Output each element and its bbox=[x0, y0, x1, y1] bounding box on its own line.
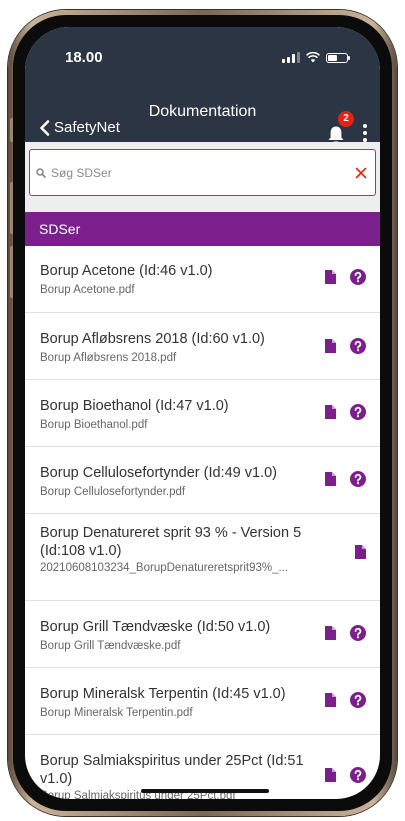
item-title: Borup Afløbsrens 2018 (Id:60 v1.0) bbox=[40, 331, 265, 347]
app-header: 18.00 SafetyNet Dokumentation 2 bbox=[25, 27, 380, 144]
battery-icon bbox=[326, 52, 350, 63]
item-filename: Borup Grill Tændvæske.pdf bbox=[40, 640, 181, 652]
status-time: 18.00 bbox=[65, 49, 103, 66]
document-icon[interactable] bbox=[325, 405, 336, 419]
sds-list: Borup Acetone (Id:46 v1.0) Borup Acetone.… bbox=[25, 246, 380, 799]
item-title: Borup Denatureret sprit 93 % - Version 5 bbox=[40, 525, 302, 541]
item-title: Borup Bioethanol (Id:47 v1.0) bbox=[40, 398, 229, 414]
item-filename: Borup Cellulosefortynder.pdf bbox=[40, 486, 186, 498]
search-area bbox=[25, 142, 380, 212]
status-icons bbox=[282, 52, 350, 63]
wifi-icon bbox=[306, 52, 320, 63]
document-icon[interactable] bbox=[325, 339, 336, 353]
item-filename: Borup Mineralsk Terpentin.pdf bbox=[40, 707, 193, 719]
document-icon[interactable] bbox=[355, 545, 366, 559]
item-title: Borup Acetone (Id:46 v1.0) bbox=[40, 263, 213, 279]
list-item[interactable]: Borup Denatureret sprit 93 % - Version 5… bbox=[25, 514, 380, 601]
document-icon[interactable] bbox=[325, 270, 336, 284]
back-button[interactable]: SafetyNet bbox=[39, 119, 120, 136]
notification-badge: 2 bbox=[338, 111, 354, 127]
search-box bbox=[29, 149, 376, 196]
close-icon[interactable] bbox=[355, 167, 367, 179]
list-item[interactable]: Borup Grill Tændvæske (Id:50 v1.0) Borup … bbox=[25, 601, 380, 668]
screen: 18.00 SafetyNet Dokumentation 2 Søg SDSe… bbox=[25, 27, 380, 799]
list-item[interactable]: Borup Acetone (Id:46 v1.0) Borup Acetone.… bbox=[25, 246, 380, 313]
list-item[interactable]: Borup Bioethanol (Id:47 v1.0) Borup Bioet… bbox=[25, 380, 380, 447]
section-header: SDSer bbox=[25, 212, 380, 246]
home-indicator bbox=[141, 789, 269, 793]
page-title: Dokumentation bbox=[148, 103, 257, 120]
list-item[interactable]: Borup Mineralsk Terpentin (Id:45 v1.0) Bo… bbox=[25, 668, 380, 735]
item-filename: 20210608103234_BorupDenatureretsprit93%_… bbox=[40, 562, 289, 574]
phone-frame: 18.00 SafetyNet Dokumentation 2 Søg SDSe… bbox=[8, 10, 397, 816]
help-icon[interactable] bbox=[350, 338, 366, 354]
back-label: SafetyNet bbox=[54, 119, 120, 136]
item-title: Borup Grill Tændvæske (Id:50 v1.0) bbox=[40, 619, 271, 635]
document-icon[interactable] bbox=[325, 768, 336, 782]
chevron-left-icon bbox=[40, 119, 50, 136]
item-title-line2: (Id:108 v1.0) bbox=[40, 543, 122, 559]
signal-icon bbox=[282, 52, 300, 63]
item-title: Borup Cellulosefortynder (Id:49 v1.0) bbox=[40, 465, 277, 481]
item-filename: Borup Afløbsrens 2018.pdf bbox=[40, 352, 177, 364]
item-title: Borup Mineralsk Terpentin (Id:45 v1.0) bbox=[40, 686, 286, 702]
help-icon[interactable] bbox=[350, 404, 366, 420]
help-icon[interactable] bbox=[350, 269, 366, 285]
document-icon[interactable] bbox=[325, 693, 336, 707]
document-icon[interactable] bbox=[325, 472, 336, 486]
document-icon[interactable] bbox=[325, 626, 336, 640]
help-icon[interactable] bbox=[350, 625, 366, 641]
search-icon bbox=[36, 167, 46, 178]
search-input[interactable] bbox=[49, 164, 355, 181]
help-icon[interactable] bbox=[350, 471, 366, 487]
item-filename: Borup Acetone.pdf bbox=[40, 284, 135, 296]
help-icon[interactable] bbox=[350, 692, 366, 708]
more-options-icon[interactable] bbox=[362, 124, 368, 144]
item-filename: Borup Bioethanol.pdf bbox=[40, 419, 148, 431]
list-item[interactable]: Borup Cellulosefortynder (Id:49 v1.0) Bor… bbox=[25, 447, 380, 514]
help-icon[interactable] bbox=[350, 767, 366, 783]
list-item[interactable]: Borup Afløbsrens 2018 (Id:60 v1.0) Borup … bbox=[25, 313, 380, 380]
phone-bezel: 18.00 SafetyNet Dokumentation 2 Søg SDSe… bbox=[13, 15, 392, 811]
item-title-line2: v1.0) bbox=[40, 771, 73, 787]
item-title: Borup Salmiakspiritus under 25Pct (Id:51 bbox=[40, 753, 304, 769]
